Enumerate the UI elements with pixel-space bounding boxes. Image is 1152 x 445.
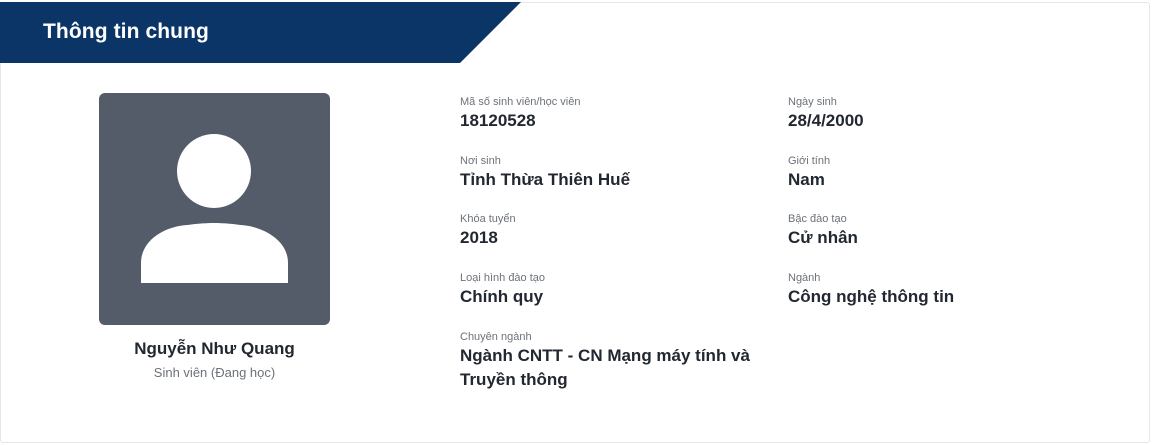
major-value: Công nghệ thông tin (788, 287, 955, 306)
degree-level-field: Bậc đào tạo Cử nhân (788, 212, 858, 250)
section-header: Thông tin chung (0, 2, 521, 63)
avatar (99, 93, 330, 325)
student-name: Nguyễn Như Quang (134, 339, 295, 358)
degree-level-label: Bậc đào tạo (788, 213, 847, 225)
gender-label: Giới tính (788, 155, 831, 167)
major-label: Ngành (788, 272, 821, 284)
major-field: Ngành Công nghệ thông tin (788, 271, 954, 309)
birth-date-field: Ngày sinh 28/4/2000 (788, 95, 864, 133)
user-silhouette-icon (141, 134, 288, 283)
student-id-value: 18120528 (460, 111, 536, 130)
specialization-field: Chuyên ngành Ngành CNTT - CN Mạng máy tí… (460, 330, 780, 392)
specialization-label: Chuyên ngành (460, 331, 532, 343)
student-status: Sinh viên (Đang học) (153, 365, 276, 380)
training-type-label: Loại hình đào tạo (460, 272, 546, 284)
birth-place-label: Nơi sinh (460, 155, 501, 167)
degree-level-value: Cử nhân (788, 228, 858, 247)
cohort-value: 2018 (460, 228, 498, 247)
birth-place-value: Tỉnh Thừa Thiên Huế (460, 170, 631, 189)
birth-date-value: 28/4/2000 (788, 111, 864, 130)
student-id-field: Mã số sinh viên/học viên 18120528 (460, 95, 580, 133)
training-type-field: Loại hình đào tạo Chính quy (460, 271, 545, 309)
section-title: Thông tin chung (43, 20, 209, 43)
cohort-label: Khóa tuyển (460, 213, 516, 225)
birth-date-label: Ngày sinh (788, 96, 837, 108)
gender-field: Giới tính Nam (788, 154, 830, 192)
training-type-value: Chính quy (460, 287, 544, 306)
gender-value: Nam (788, 170, 825, 189)
specialization-value: Ngành CNTT - CN Mạng máy tính và Truyền … (460, 346, 750, 389)
cohort-field: Khóa tuyển 2018 (460, 212, 516, 250)
student-id-label: Mã số sinh viên/học viên (460, 96, 581, 108)
birth-place-field: Nơi sinh Tỉnh Thừa Thiên Huế (460, 154, 630, 192)
